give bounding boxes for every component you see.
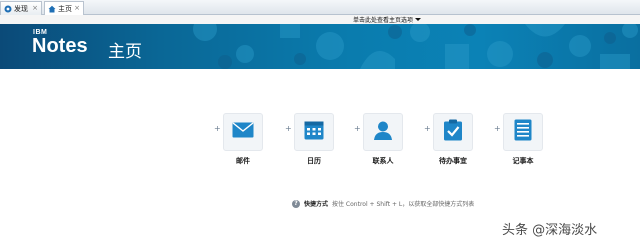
tile-contacts[interactable]: + 联系人	[354, 110, 414, 168]
home-options-label: 单击此处查看主页选项	[353, 17, 414, 24]
tile-icon-box[interactable]	[503, 113, 543, 151]
page-title: 主页	[108, 42, 142, 62]
tile-label: 待办事宜	[439, 157, 467, 165]
close-icon[interactable]: ×	[32, 4, 38, 12]
tile-icon-box[interactable]	[363, 113, 403, 151]
mail-icon	[232, 122, 254, 142]
home-icon	[48, 5, 56, 13]
add-icon[interactable]: +	[285, 124, 292, 133]
tile-label: 邮件	[236, 157, 250, 165]
close-icon[interactable]: ×	[74, 4, 80, 12]
todo-icon	[443, 119, 463, 145]
tile-icon-box[interactable]	[294, 113, 334, 151]
banner-pattern	[193, 24, 638, 69]
tab-discover[interactable]: 发现 ×	[0, 1, 42, 15]
options-bar: 单击此处查看主页选项	[0, 15, 640, 24]
tile-todo[interactable]: + 待办事宜	[424, 110, 484, 168]
tab-home[interactable]: 主页 ×	[44, 1, 84, 15]
shortcut-hint: ? 快捷方式 按住 Control + Shift + L，以获取全部快捷方式列…	[292, 199, 474, 208]
tile-label: 记事本	[512, 157, 534, 165]
tab-label: 主页	[58, 4, 72, 13]
tile-icon-box[interactable]	[223, 113, 263, 151]
add-icon[interactable]: +	[354, 124, 361, 133]
add-icon[interactable]: +	[424, 124, 431, 133]
calendar-icon	[304, 120, 324, 144]
tile-label: 联系人	[372, 157, 394, 165]
tile-mail[interactable]: + 邮件	[214, 110, 274, 168]
header-banner: IBM Notes 主页	[0, 24, 640, 69]
add-icon[interactable]: +	[214, 124, 221, 133]
shortcut-text: 按住 Control + Shift + L，以获取全部快捷方式列表	[332, 201, 475, 208]
discover-icon	[4, 5, 12, 13]
contacts-icon	[373, 120, 393, 144]
notebook-icon	[514, 119, 532, 145]
help-icon: ?	[292, 199, 300, 208]
home-options-link[interactable]: 单击此处查看主页选项	[353, 15, 422, 24]
chevron-down-icon	[415, 18, 422, 21]
tab-label: 发现	[14, 4, 28, 13]
notes-logo-text: Notes	[32, 35, 88, 57]
watermark: 头条 @深海淡水	[502, 223, 598, 238]
tile-notebook[interactable]: + 记事本	[494, 110, 554, 168]
tab-bar: 发现 × 主页 ×	[0, 0, 640, 15]
tile-label: 日历	[307, 157, 321, 165]
shortcut-title: 快捷方式	[304, 201, 329, 208]
tile-icon-box[interactable]	[433, 113, 473, 151]
launcher-tiles: + 邮件 + 日历 + 联系人 + 待办事宜 + 记事本	[0, 110, 640, 170]
tile-calendar[interactable]: + 日历	[285, 110, 345, 168]
add-icon[interactable]: +	[494, 124, 501, 133]
